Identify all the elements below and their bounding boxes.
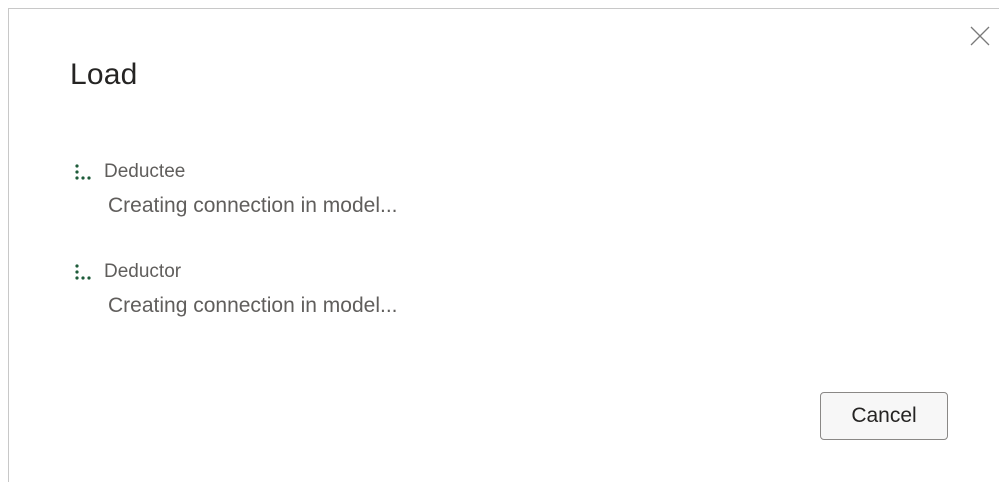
loading-spinner-icon <box>75 264 91 280</box>
close-button[interactable] <box>968 24 992 48</box>
cancel-button[interactable]: Cancel <box>820 392 948 440</box>
close-icon <box>970 26 990 46</box>
loading-spinner-icon <box>75 164 91 180</box>
load-dialog: Load Deductee Creating connection in mod… <box>8 8 999 482</box>
load-item-name: Deductee <box>104 161 186 182</box>
load-item-deductor: Deductor Creating connection in model... <box>73 259 398 318</box>
dialog-title: Load <box>70 58 138 91</box>
load-item-status: Creating connection in model... <box>108 294 398 317</box>
load-item-status: Creating connection in model... <box>108 194 398 217</box>
load-item-deductee: Deductee Creating connection in model... <box>73 159 398 218</box>
load-item-name: Deductor <box>104 261 182 282</box>
